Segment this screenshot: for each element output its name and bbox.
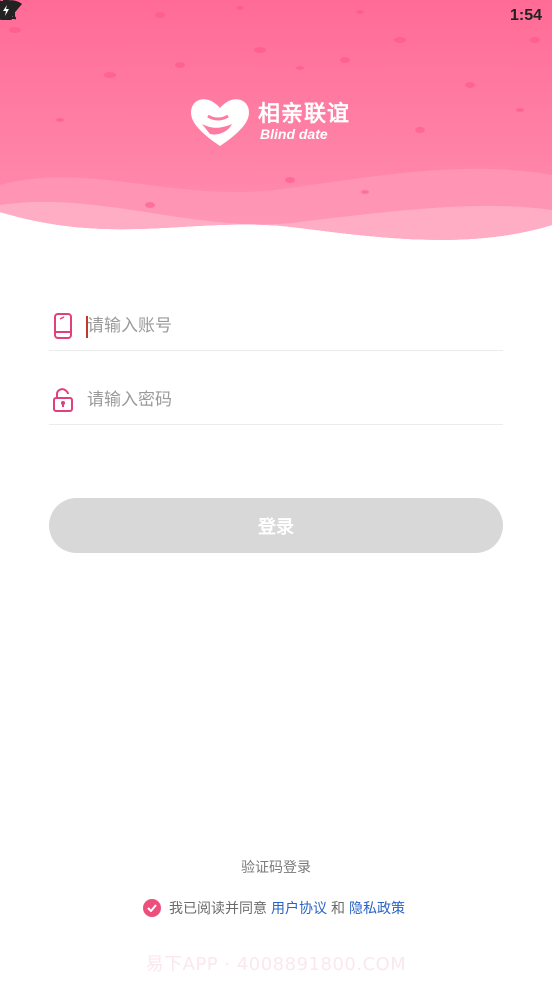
user-agreement-link[interactable]: 用户协议 — [271, 898, 327, 918]
status-bar: 1:54 — [0, 0, 552, 32]
watermark: 易下APP · 4008891800.COM — [145, 954, 407, 975]
account-field-row — [49, 302, 503, 351]
password-input[interactable] — [85, 389, 469, 411]
text-caret — [86, 316, 88, 338]
privacy-policy-link[interactable]: 隐私政策 — [349, 898, 405, 918]
status-time: 1:54 — [509, 7, 542, 24]
header-banner: 1:54 相亲联谊 Blind date — [0, 0, 552, 250]
account-input[interactable] — [85, 315, 469, 337]
logo-title: 相亲联谊 — [258, 102, 351, 127]
code-login-link[interactable]: 验证码登录 — [0, 857, 552, 877]
heart-hands-icon — [191, 99, 249, 146]
login-screen: 1:54 相亲联谊 Blind date 请输入账号 登录 验证码登录 我已阅读… — [0, 0, 552, 983]
agree-text: 我已阅读并同意 — [169, 901, 267, 917]
unlock-icon — [51, 386, 75, 414]
and-text: 和 — [331, 901, 345, 917]
app-logo: 相亲联谊 Blind date — [188, 94, 368, 154]
logo-subtitle: Blind date — [260, 126, 328, 142]
phone-icon — [51, 312, 75, 340]
login-button[interactable]: 登录 — [49, 498, 503, 553]
agreement-row: 我已阅读并同意 用户协议 和 隐私政策 — [0, 898, 552, 918]
check-icon — [147, 904, 157, 912]
agree-checkbox[interactable] — [143, 899, 161, 917]
password-field-row — [49, 376, 503, 425]
